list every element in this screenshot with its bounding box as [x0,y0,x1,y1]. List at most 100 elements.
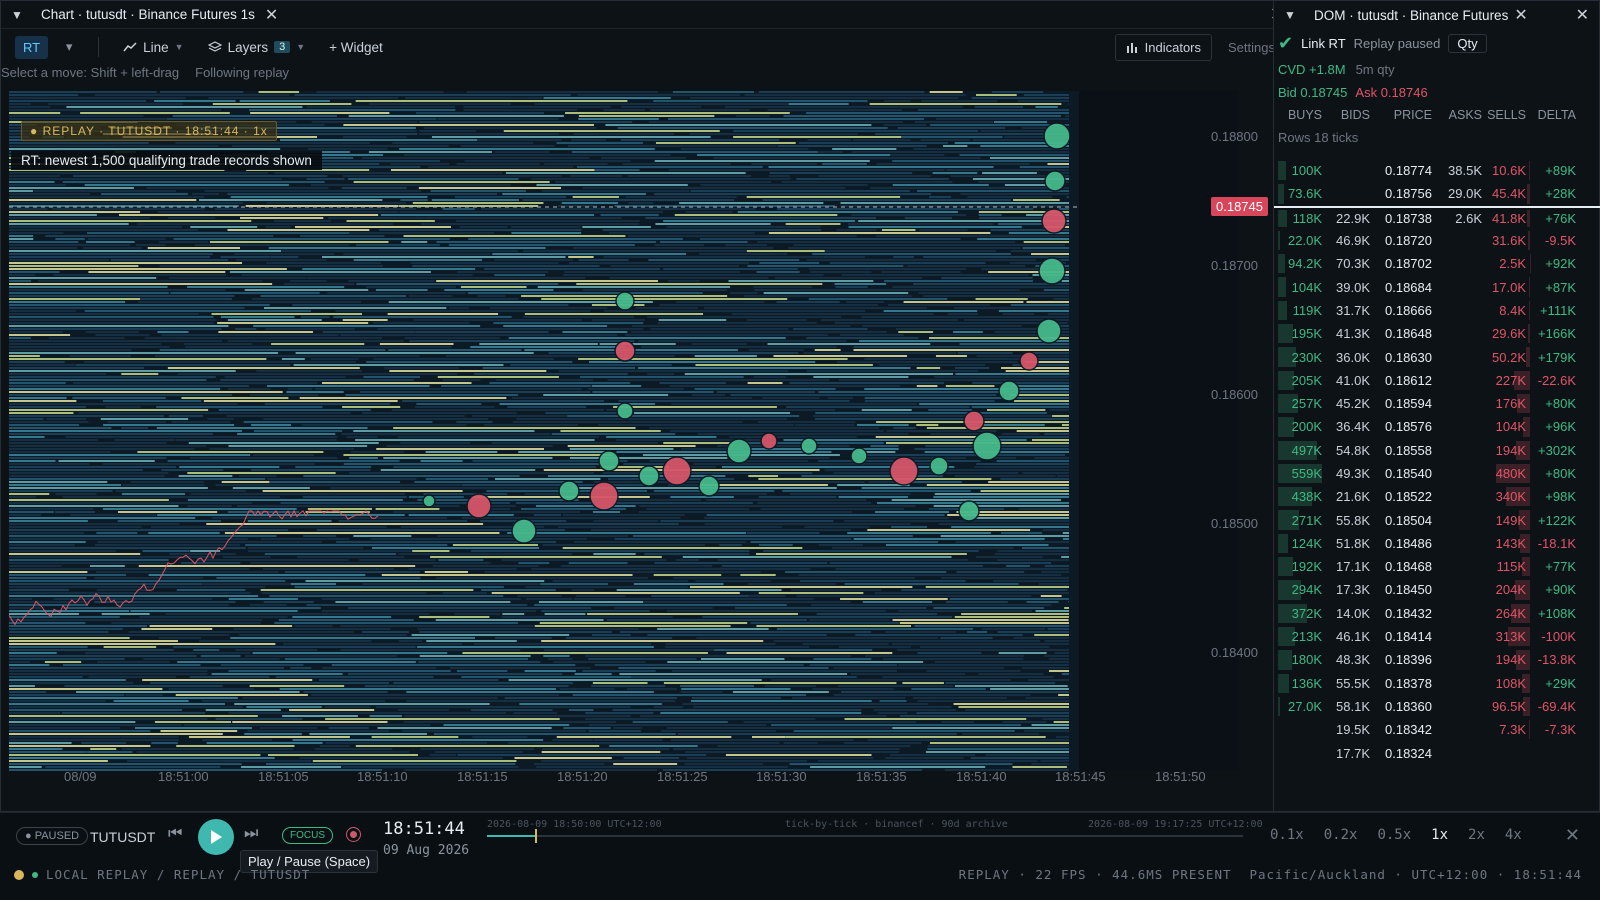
layers-button[interactable]: Layers 3 ▼ [200,40,314,55]
heatmap-level [1035,610,1069,612]
heatmap-level [9,694,125,696]
dom-cell-asks: 29.0K [1448,186,1482,202]
heatmap-level [179,466,280,468]
dom-cell-price: 0.18342 [1385,722,1432,738]
rt-button[interactable]: RT [15,35,49,59]
heatmap-level [452,544,538,546]
dom-row[interactable]: 19.5K 0.18342 7.3K -7.3K [1274,718,1600,741]
heatmap-level [511,397,753,399]
checkmark-icon[interactable]: ✔ [1278,33,1293,54]
heatmap-level [813,658,872,660]
dom-row[interactable]: 497K 54.8K 0.18558 194K +302K [1274,439,1600,462]
rt-dropdown-icon[interactable]: ▾ [56,39,82,55]
dom-row[interactable]: 372K 14.0K 0.18432 264K +108K [1274,602,1600,625]
heatmap-level [495,379,593,381]
heatmap-level [193,649,220,651]
dom-row[interactable]: 17.7K 0.18324 [1274,741,1600,764]
line-tool-button[interactable]: Line ▼ [115,40,191,55]
dom-row[interactable]: 257K 45.2K 0.18594 176K +80K [1274,392,1600,415]
heatmap-level [943,145,968,147]
dom-row[interactable]: 118K 22.9K 0.18738 2.6K 41.8K +76K [1274,205,1600,229]
dom-row[interactable]: 200K 36.4K 0.18576 104K +96K [1274,415,1600,438]
dom-row[interactable]: 104K 39.0K 0.18684 17.0K +87K [1274,275,1600,298]
dom-row[interactable]: 119K 31.7K 0.18666 8.4K +111K [1274,299,1600,322]
heatmap-level [578,118,659,120]
link-rt-toggle[interactable]: Link RT [1301,36,1346,51]
speed-option[interactable]: 0.5x [1377,827,1411,843]
heatmap-level [9,574,127,576]
dom-row[interactable]: 192K 17.1K 0.18468 115K +77K [1274,555,1600,578]
x-tick: 18:51:05 [258,769,309,784]
speed-option[interactable]: 0.2x [1324,827,1358,843]
heatmap-level [9,727,121,729]
timeline-handle[interactable] [535,829,537,843]
dom-row[interactable]: 205K 41.0K 0.18612 227K -22.6K [1274,369,1600,392]
dom-row[interactable]: 22.0K 46.9K 0.18720 31.6K -9.5K [1274,229,1600,252]
skip-back-icon[interactable]: ⏮ [168,825,182,843]
heatmap-level [515,502,753,504]
heatmap-level [241,766,342,768]
heatmap-level [949,598,1069,600]
indicators-button[interactable]: Indicators [1114,33,1213,61]
skip-forward-icon[interactable]: ⏭ [244,825,258,843]
focus-button[interactable]: FOCUS [282,827,333,844]
replay-timeline[interactable] [487,829,1243,843]
heatmap-level [473,373,628,375]
heatmap-level [655,142,796,144]
heatmap-level [869,103,1062,105]
chart-menu-icon[interactable]: ▼ [11,8,29,22]
dom-row[interactable]: 294K 17.3K 0.18450 204K +90K [1274,578,1600,601]
dom-row[interactable]: 136K 55.5K 0.18378 108K +29K [1274,672,1600,695]
heatmap-level [857,424,909,426]
heatmap-level [247,550,412,552]
dom-row[interactable]: 271K 55.8K 0.18504 149K +122K [1274,508,1600,531]
add-widget-button[interactable]: + Widget [321,40,391,55]
dom-row[interactable]: 124K 51.8K 0.18486 143K -18.1K [1274,532,1600,555]
trade-bubble [558,480,580,502]
dom-tab-close-icon[interactable]: ✕ [1514,5,1527,25]
dom-row[interactable]: 94.2K 70.3K 0.18702 2.5K +92K [1274,252,1600,275]
heatmap-level [9,103,31,105]
heatmap-level [867,529,1031,531]
dom-row[interactable]: 27.0K 58.1K 0.18360 96.5K -69.4K [1274,695,1600,718]
heatmap-level [767,109,902,111]
heatmap-level [9,622,86,624]
dom-row[interactable]: 73.6K 0.18756 29.0K 45.4K +28K [1274,182,1600,205]
dom-window-close-icon[interactable]: ✕ [1576,5,1589,25]
record-icon[interactable] [346,827,361,842]
play-button[interactable] [198,819,234,855]
heatmap-level [818,760,1038,762]
dom-link-row: ✔ Link RT Replay paused Qty [1274,29,1599,57]
replay-close-icon[interactable]: ✕ [1565,825,1580,846]
heatmap-level [703,307,928,309]
dom-row[interactable]: 559K 49.3K 0.18540 480K +80K [1274,462,1600,485]
heatmap-level [576,283,823,285]
chart-plot-area[interactable] [9,91,1239,771]
heatmap-level [818,151,843,153]
heatmap-level [9,340,223,342]
heatmap-level [567,445,696,447]
dom-cell-bids: 58.1K [1336,698,1370,714]
speed-option[interactable]: 4x [1505,827,1522,843]
heatmap-level [660,712,862,714]
heatmap-level [593,511,621,513]
heatmap-level [315,388,582,390]
dom-row[interactable]: 100K 0.18774 38.5K 10.6K +89K [1274,159,1600,182]
dom-ladder[interactable]: 100K 0.18774 38.5K 10.6K +89K 73.6K 0.18756 29.… [1274,159,1600,765]
dom-menu-icon[interactable]: ▼ [1284,8,1302,22]
chart-tab-close-icon[interactable]: ✕ [265,5,278,25]
speed-option-active[interactable]: 1x [1431,827,1448,843]
heatmap-level [86,241,135,243]
speed-option[interactable]: 2x [1468,827,1485,843]
speed-option[interactable]: 0.1x [1270,827,1304,843]
dom-row[interactable]: 180K 48.3K 0.18396 194K -13.8K [1274,648,1600,671]
heatmap-level [747,532,820,534]
dom-cell-sells: 108K [1495,675,1526,691]
qty-button[interactable]: Qty [1448,33,1487,53]
dom-row[interactable]: 230K 36.0K 0.18630 50.2K +179K [1274,345,1600,368]
dom-row[interactable]: 213K 46.1K 0.18414 313K -100K [1274,625,1600,648]
dom-row[interactable]: 438K 21.6K 0.18522 340K +98K [1274,485,1600,508]
dom-row[interactable]: 195K 41.3K 0.18648 29.6K +166K [1274,322,1600,345]
heatmap-level [280,139,478,141]
heatmap-level [266,385,430,387]
